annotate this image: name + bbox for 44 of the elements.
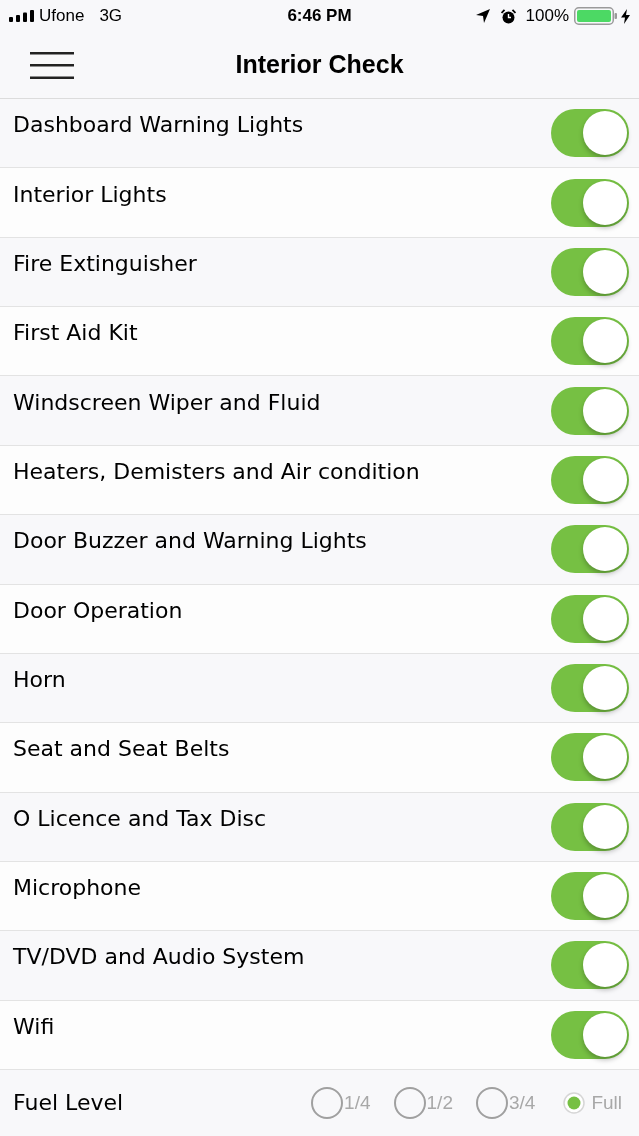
toggle-switch[interactable] [551,594,629,643]
network-type: 3G [99,5,123,28]
checklist-label: First Aid Kit [13,322,138,345]
toggle-switch[interactable] [551,941,629,990]
checklist-label: Windscreen Wiper and Fluid [13,391,321,414]
checklist-label: Heaters, Demisters and Air condition [13,460,420,483]
toggle-switch[interactable] [551,664,629,713]
fuel-level-label: Fuel Level [13,1092,124,1114]
toggle-switch[interactable] [551,872,629,921]
toggle-switch[interactable] [551,525,629,574]
status-time: 6:46 PM [287,5,352,28]
checklist-label: Fire Extinguisher [13,252,197,275]
location-arrow-icon [475,9,490,23]
checklist-label: TV/DVD and Audio System [13,946,305,969]
signal-bars-icon [9,10,34,22]
charging-bolt-icon [621,8,630,24]
fuel-radio-option[interactable]: 3/4 [475,1087,536,1119]
checklist-label: Door Operation [13,599,183,622]
checklist-label: O Licence and Tax Disc [13,807,267,830]
toggle-switch[interactable] [551,455,629,504]
fuel-radio-option[interactable]: 1/2 [393,1087,453,1119]
toggle-switch[interactable] [551,317,629,366]
page-title: Interior Check [235,49,404,81]
checklist-label: Dashboard Warning Lights [13,114,304,137]
toggle-switch[interactable] [551,386,629,435]
toggle-switch[interactable] [551,247,629,296]
alarm-clock-icon [500,8,516,24]
battery-icon [574,7,618,25]
toggle-switch[interactable] [551,802,629,851]
fuel-radio-option[interactable]: Full [558,1087,622,1119]
battery-percentage: 100% [525,5,569,28]
checklist-label: Horn [13,669,66,692]
checklist-label: Seat and Seat Belts [13,738,230,761]
checklist-label: Microphone [13,877,142,900]
fuel-radio-option[interactable]: 1/4 [311,1087,371,1119]
checklist-label: Wifi [13,1015,55,1038]
toggle-switch[interactable] [551,1010,629,1059]
menu-icon[interactable] [30,51,74,79]
toggle-switch[interactable] [551,733,629,782]
checklist-label: Interior Lights [13,183,167,206]
checklist-label: Door Buzzer and Warning Lights [13,530,367,553]
toggle-switch[interactable] [551,109,629,158]
toggle-switch[interactable] [551,178,629,227]
carrier-name: Ufone [39,5,85,28]
